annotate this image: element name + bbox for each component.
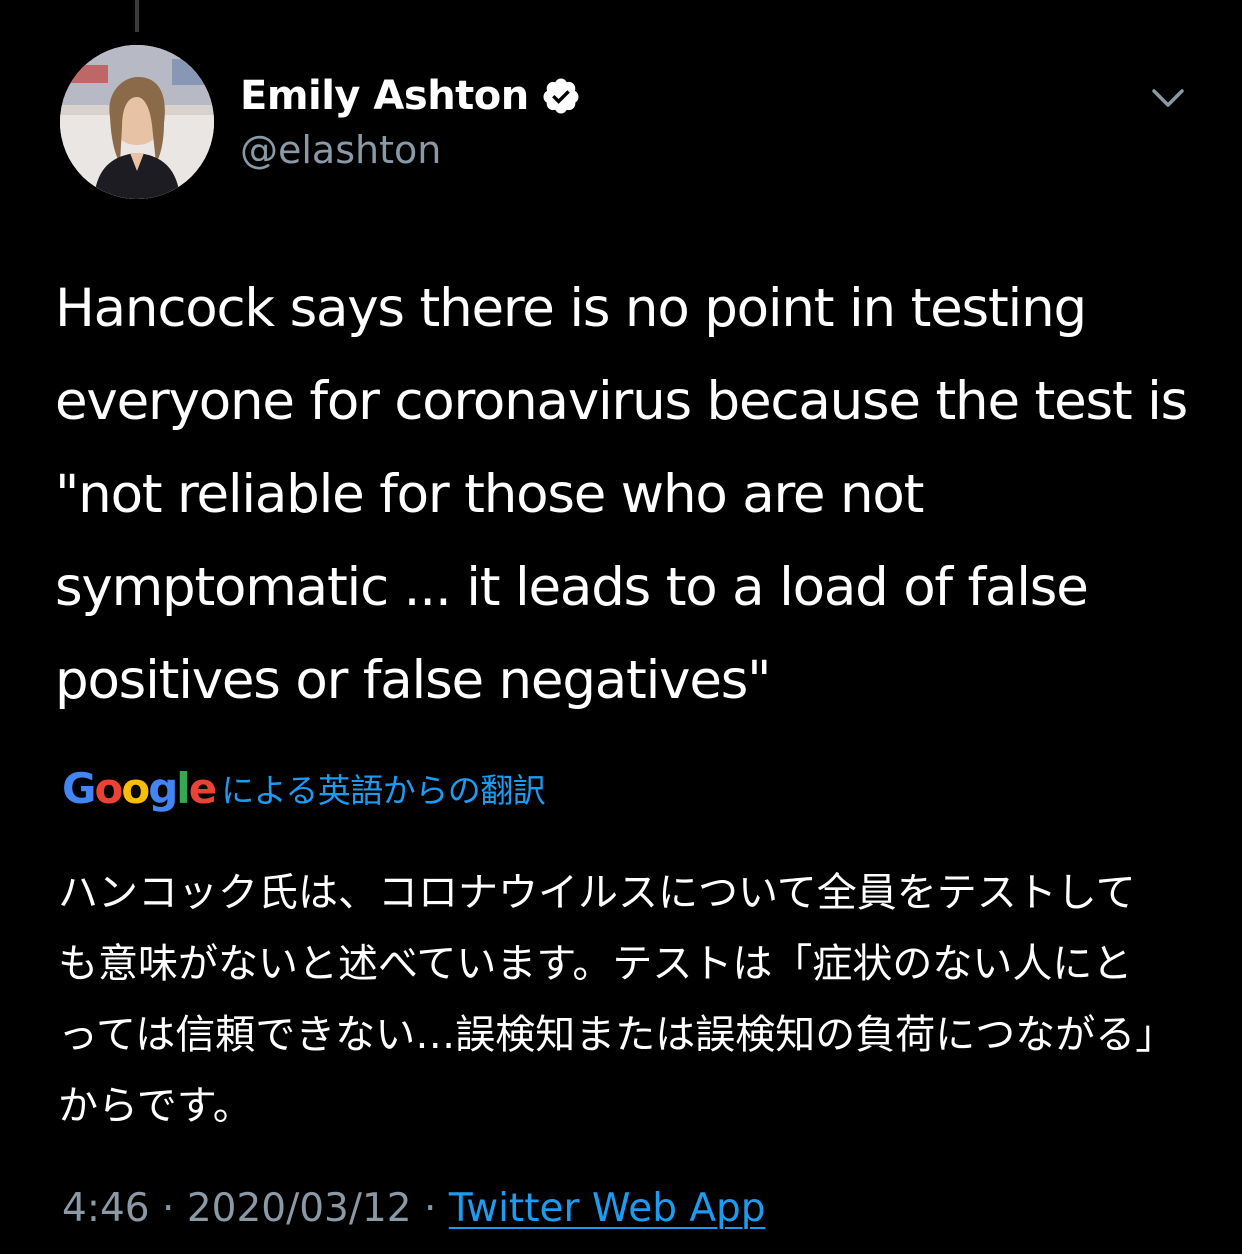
meta-separator: · xyxy=(162,1186,175,1231)
verified-badge-icon xyxy=(543,78,579,114)
author-block[interactable]: Emily Ashton @elashton xyxy=(240,70,581,172)
avatar[interactable] xyxy=(60,45,214,199)
translation-attribution[interactable]: Google による英語からの翻訳 xyxy=(62,763,546,813)
author-handle[interactable]: @elashton xyxy=(240,128,581,172)
translation-label: による英語からの翻訳 xyxy=(221,771,546,810)
tweet-date[interactable]: 2020/03/12 xyxy=(187,1186,412,1231)
tweet-metadata: 4:46 · 2020/03/12 · Twitter Web App xyxy=(62,1186,766,1231)
avatar-image xyxy=(60,45,214,199)
meta-separator: · xyxy=(424,1186,437,1231)
tweet-time[interactable]: 4:46 xyxy=(62,1186,150,1231)
author-name-row: Emily Ashton xyxy=(240,70,581,122)
author-name[interactable]: Emily Ashton xyxy=(240,73,529,119)
thread-connector-line xyxy=(135,0,139,32)
tweet-source-link[interactable]: Twitter Web App xyxy=(449,1186,766,1231)
chevron-down-icon[interactable] xyxy=(1146,82,1190,114)
google-logo: Google xyxy=(62,763,217,813)
tweet-text: Hancock says there is no point in testin… xyxy=(55,278,1188,711)
translated-text: ハンコック氏は、コロナウイルスについて全員をテストしても意味がないと述べています… xyxy=(58,870,1156,1129)
